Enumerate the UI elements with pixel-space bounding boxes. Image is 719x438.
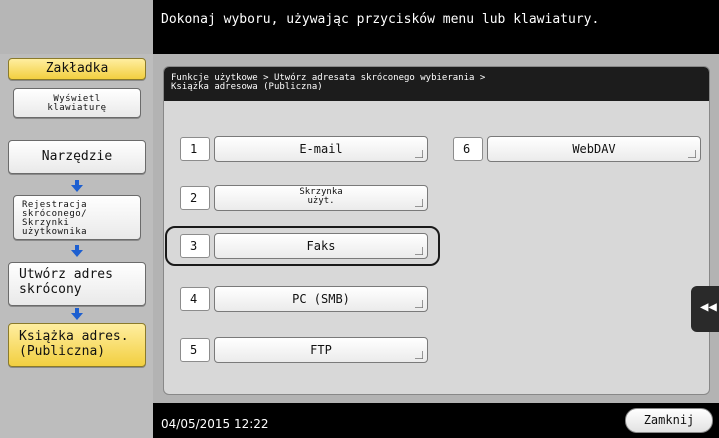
corner-arrow-icon (415, 150, 423, 158)
tab-button-label: Zakładka (45, 61, 109, 76)
webdav-button-label: WebDAV (572, 142, 616, 156)
fax-button[interactable]: Faks (214, 233, 428, 259)
status-footer: 04/05/2015 12:22 Zamknij (153, 403, 719, 438)
ftp-button-label: FTP (310, 343, 332, 357)
dest-number-1: 1 (180, 137, 210, 161)
arrow-down-icon (71, 180, 83, 192)
step-address-book-public[interactable]: Książka adres. (Publiczna) (8, 323, 146, 367)
breadcrumb: Funkcje użytkowe > Utwórz adresata skróc… (164, 67, 709, 101)
dest-number-2: 2 (180, 186, 210, 210)
email-button[interactable]: E-mail (214, 136, 428, 162)
pc-smb-button[interactable]: PC (SMB) (214, 286, 428, 312)
message-header: Dokonaj wyboru, używając przycisków menu… (153, 0, 719, 54)
instruction-message: Dokonaj wyboru, używając przycisków menu… (161, 12, 600, 27)
email-button-label: E-mail (299, 142, 343, 156)
datetime: 04/05/2015 12:22 (161, 417, 269, 431)
fax-button-label: Faks (306, 239, 336, 253)
collapse-panel-tab[interactable]: ◀◀ (691, 286, 719, 332)
step-create-line2: skrócony (19, 282, 82, 297)
pc-smb-button-label: PC (SMB) (292, 292, 350, 306)
tool-button-label: Narzędzie (41, 149, 113, 164)
webdav-button[interactable]: WebDAV (487, 136, 701, 162)
step-register-line4: użytkownika (22, 227, 88, 237)
tab-button[interactable]: Zakładka (8, 58, 146, 80)
step-address-book-line1: Książka adres. (19, 329, 129, 344)
step-address-book-line2: (Publiczna) (19, 344, 106, 359)
corner-arrow-icon (415, 300, 423, 308)
step-create-shortcut[interactable]: Utwórz adres skrócony (8, 262, 146, 306)
close-button[interactable]: Zamknij (625, 408, 713, 433)
user-box-button[interactable]: Skrzynka użyt. (214, 185, 428, 211)
sidebar-top-strip (0, 0, 153, 54)
arrow-down-icon (71, 308, 83, 320)
corner-arrow-icon (415, 247, 423, 255)
double-chevron-left-icon: ◀◀ (700, 299, 717, 315)
left-sidebar: Zakładka Wyświetl klawiaturę Narzędzie R… (0, 0, 153, 438)
dest-number-3: 3 (180, 234, 210, 258)
dest-number-6: 6 (453, 137, 483, 161)
corner-arrow-icon (688, 150, 696, 158)
tool-button[interactable]: Narzędzie (8, 140, 146, 174)
user-box-label-line2: użyt. (307, 196, 335, 206)
step-register-shortcut[interactable]: Rejestracja skróconego/ Skrzynki użytkow… (13, 195, 141, 240)
step-create-line1: Utwórz adres (19, 267, 113, 282)
show-keyboard-button[interactable]: Wyświetl klawiaturę (13, 88, 141, 118)
close-button-label: Zamknij (643, 413, 695, 427)
dest-number-4: 4 (180, 287, 210, 311)
show-keyboard-label-line2: klawiaturę (47, 103, 107, 113)
arrow-down-icon (71, 245, 83, 257)
corner-arrow-icon (415, 199, 423, 207)
breadcrumb-line2: Książka adresowa (Publiczna) (171, 82, 323, 92)
dest-number-5: 5 (180, 338, 210, 362)
ftp-button[interactable]: FTP (214, 337, 428, 363)
corner-arrow-icon (415, 351, 423, 359)
